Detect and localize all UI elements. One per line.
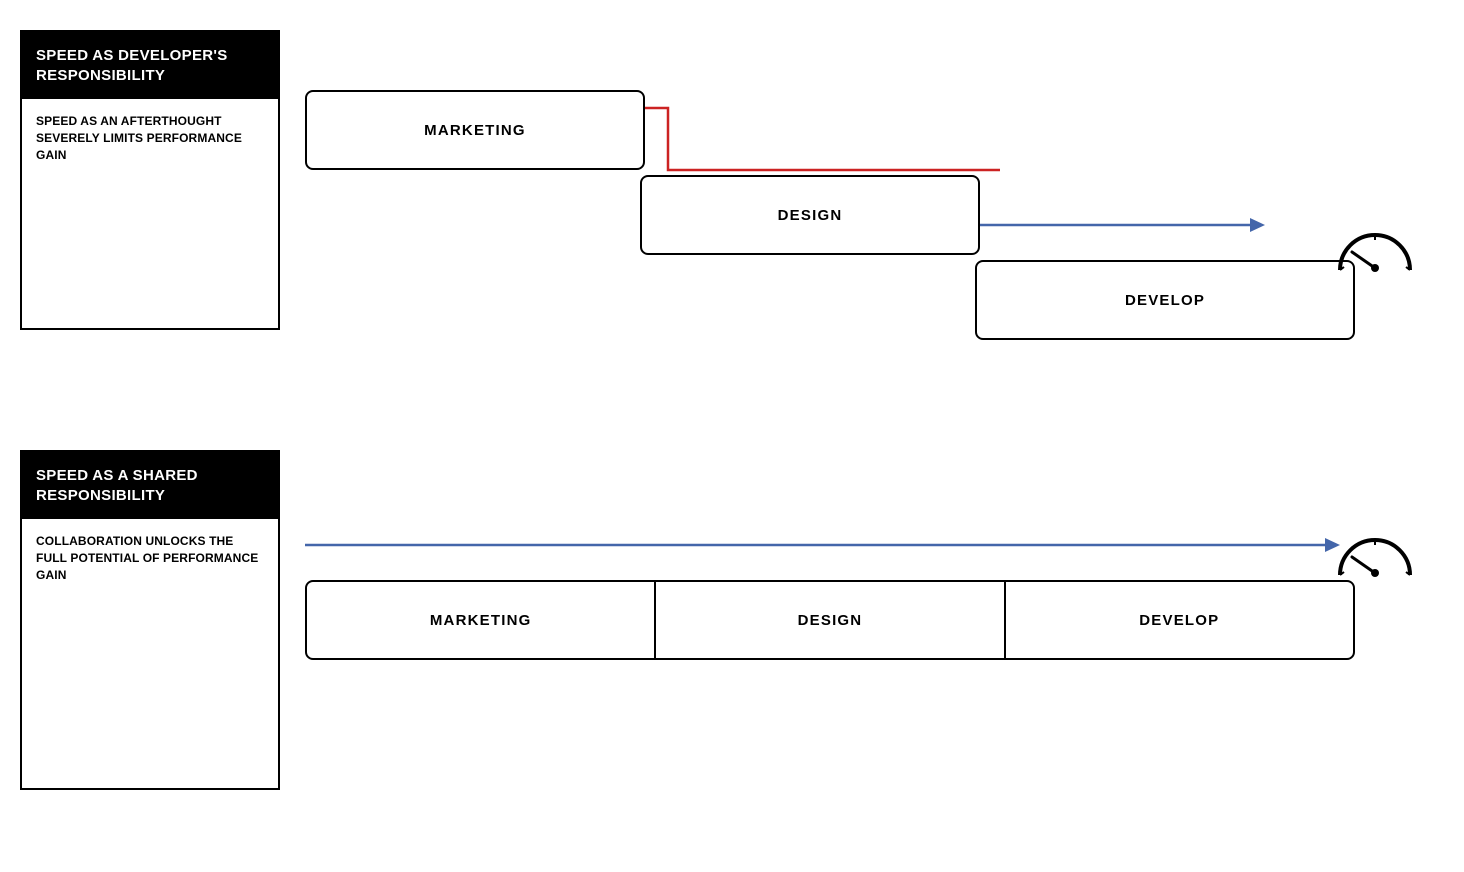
card-bottom: SPEED AS A SHARED RESPONSIBILITY COLLABO… [20, 450, 280, 790]
card-top: SPEED AS DEVELOPER'S RESPONSIBILITY SPEE… [20, 30, 280, 330]
box-marketing-bottom: MARKETING [307, 582, 656, 658]
section-top: SPEED AS DEVELOPER'S RESPONSIBILITY SPEE… [20, 30, 1440, 410]
blue-arrow-bottom [305, 525, 1355, 565]
speedometer-bottom [1330, 515, 1420, 600]
diagram-container: SPEED AS DEVELOPER'S RESPONSIBILITY SPEE… [0, 0, 1464, 872]
card-top-body: SPEED AS AN AFTERTHOUGHT SEVERELY LIMITS… [22, 99, 278, 177]
box-design-bottom: DESIGN [656, 582, 1005, 658]
card-bottom-header: SPEED AS A SHARED RESPONSIBILITY [22, 452, 278, 519]
card-top-header: SPEED AS DEVELOPER'S RESPONSIBILITY [22, 32, 278, 99]
box-develop-top: DEVELOP [975, 260, 1355, 340]
box-develop-bottom: DEVELOP [1006, 582, 1353, 658]
card-bottom-body: COLLABORATION UNLOCKS THE FULL POTENTIAL… [22, 519, 278, 597]
boxes-row-bottom: MARKETING DESIGN DEVELOP [305, 580, 1355, 660]
speedometer-top [1330, 210, 1420, 295]
box-design-top: DESIGN [640, 175, 980, 255]
blue-arrow-top [980, 205, 1270, 245]
section-bottom: SPEED AS A SHARED RESPONSIBILITY COLLABO… [20, 450, 1440, 830]
box-marketing-top: MARKETING [305, 90, 645, 170]
